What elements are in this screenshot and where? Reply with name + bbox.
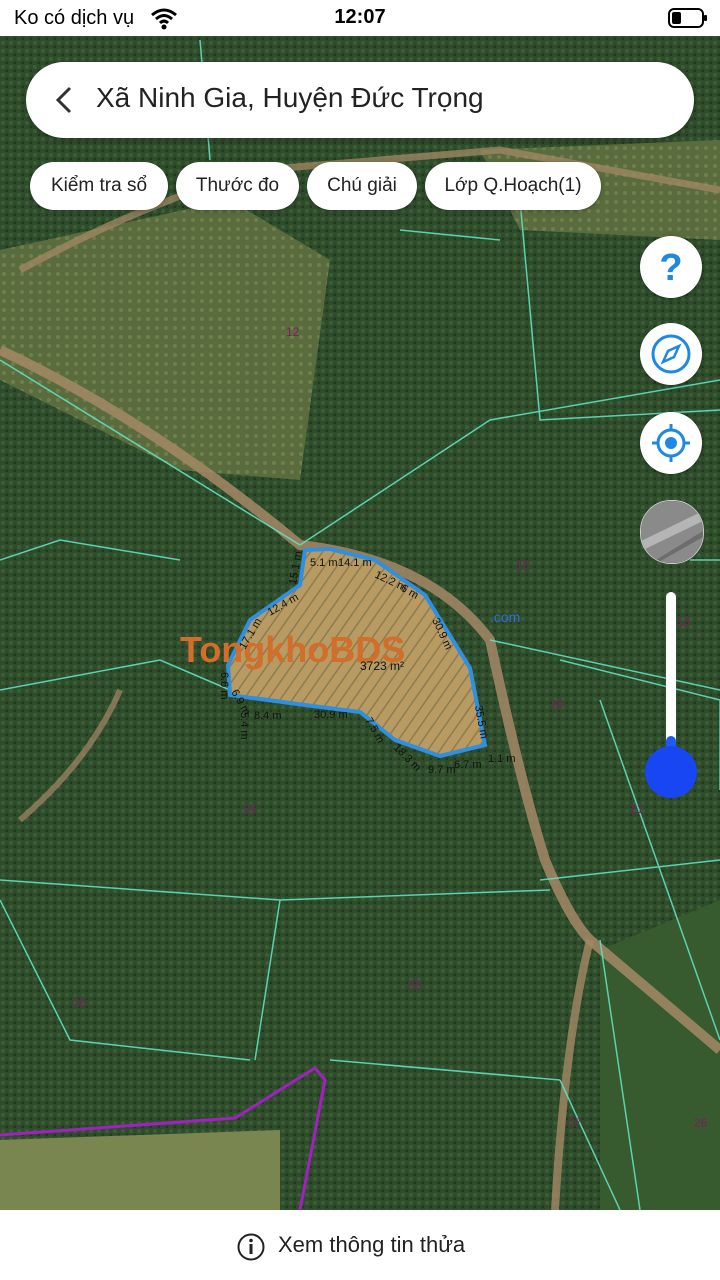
svg-text:?: ?: [659, 247, 682, 289]
compass-icon: [651, 334, 691, 374]
zoom-slider-track[interactable]: [666, 592, 676, 772]
status-bar: Ko có dịch vụ 12:07: [0, 0, 720, 36]
layer-thumbnail[interactable]: [640, 500, 704, 564]
chip-planning-layer[interactable]: Lớp Q.Hoạch(1): [425, 162, 601, 210]
status-time: 12:07: [334, 6, 386, 28]
parcel-number: 25: [73, 996, 87, 1010]
locate-icon: [652, 424, 690, 462]
map-canvas[interactable]: TongkhoBDS .com 3723 m² 15.1 m 5.1 m 14.…: [0, 36, 720, 1210]
parcel-number: 12: [286, 325, 300, 339]
edge-label: 1.1 m: [488, 753, 516, 765]
location-header[interactable]: Xã Ninh Gia, Huyện Đức Trọng: [26, 62, 694, 138]
locate-button[interactable]: [640, 412, 702, 474]
help-button[interactable]: ?: [640, 236, 702, 298]
watermark-suffix: .com: [490, 609, 520, 625]
parcel-number: 13: [677, 615, 691, 629]
chip-ruler[interactable]: Thước đo: [176, 162, 299, 210]
edge-label: 30.9 m: [314, 709, 348, 721]
edge-label: 5.1 m: [310, 557, 338, 569]
parcel-number: 21: [630, 802, 644, 816]
help-icon: ?: [659, 247, 682, 289]
parcel-number: 27: [568, 1116, 582, 1130]
edge-label: 9.7 m: [428, 764, 456, 776]
chip-legend[interactable]: Chú giải: [307, 162, 417, 210]
chip-check-title[interactable]: Kiểm tra sổ: [30, 162, 168, 210]
edge-label: 6.6 m: [218, 672, 230, 700]
location-title: Xã Ninh Gia, Huyện Đức Trọng: [96, 82, 484, 113]
parcel-area-label: 3723 m²: [360, 659, 404, 673]
parcel-number: 23: [408, 978, 422, 992]
edge-label: 6.7 m: [454, 759, 482, 771]
parcel-number: 24: [243, 802, 257, 816]
compass-button[interactable]: [640, 323, 702, 385]
parcel-number: 15: [551, 697, 565, 711]
chevron-left-icon[interactable]: [48, 82, 84, 118]
parcel-info-bar[interactable]: Xem thông tin thửa: [0, 1210, 720, 1280]
map-view[interactable]: TongkhoBDS .com 3723 m² 15.1 m 5.1 m 14.…: [0, 36, 720, 1210]
map-layer-icon: [641, 501, 703, 563]
info-icon: [237, 1233, 265, 1261]
zoom-slider-thumb[interactable]: [645, 746, 697, 798]
parcel-number: 26: [694, 1116, 708, 1130]
edge-label: 14.1 m: [338, 557, 372, 569]
parcel-info-label: Xem thông tin thửa: [278, 1232, 466, 1257]
parcel-number: 10: [516, 558, 530, 572]
clearing-area: [600, 900, 720, 1210]
clearing-area: [0, 1130, 280, 1210]
edge-label: 8.4 m: [254, 710, 282, 722]
battery-icon: [668, 8, 707, 28]
